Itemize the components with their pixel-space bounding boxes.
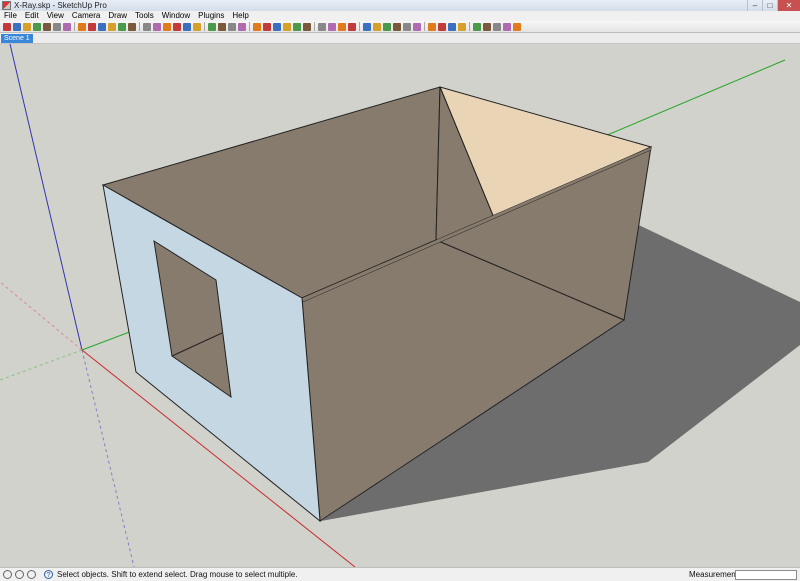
toolbar-separator (359, 22, 360, 31)
text-icon[interactable] (208, 22, 216, 31)
arc-icon[interactable] (53, 22, 61, 31)
toolbar-separator (204, 22, 205, 31)
select-tool-icon[interactable] (3, 22, 11, 31)
pan-icon[interactable] (253, 22, 261, 31)
scale-icon[interactable] (153, 22, 161, 31)
menu-plugins[interactable]: Plugins (194, 11, 228, 21)
status-message: Select objects. Shift to extend select. … (57, 570, 298, 579)
main-toolbar (0, 21, 800, 33)
menu-draw[interactable]: Draw (104, 11, 131, 21)
axes-icon[interactable] (218, 22, 226, 31)
green-axis-far (604, 59, 786, 137)
blue-axis (9, 44, 83, 351)
shaded-textures-icon[interactable] (393, 22, 401, 31)
get-models-icon[interactable] (438, 22, 446, 31)
rotate-icon[interactable] (128, 22, 136, 31)
front-view-icon[interactable] (328, 22, 336, 31)
3d-text-icon[interactable] (228, 22, 236, 31)
iso-view-icon[interactable] (303, 22, 311, 31)
green-axis-hidden (0, 349, 83, 381)
credits-icon[interactable] (15, 570, 24, 579)
user-icon[interactable] (27, 570, 36, 579)
top-view-icon[interactable] (318, 22, 326, 31)
orbit-icon[interactable] (238, 22, 246, 31)
title-bar: X-Ray.skp - SketchUp Pro – □ ✕ (0, 0, 800, 11)
maximize-button[interactable]: □ (762, 0, 777, 11)
pencil-icon[interactable] (33, 22, 41, 31)
toolbar-separator (249, 22, 250, 31)
toolbar-separator (139, 22, 140, 31)
menu-view[interactable]: View (43, 11, 68, 21)
zoom-icon[interactable] (263, 22, 271, 31)
position-camera-icon[interactable] (493, 22, 501, 31)
menu-file[interactable]: File (0, 11, 21, 21)
help-icon[interactable]: ? (44, 570, 53, 579)
sandbox-icon[interactable] (513, 22, 521, 31)
toolbar-separator (469, 22, 470, 31)
zoom-window-icon[interactable] (273, 22, 281, 31)
monochrome-icon[interactable] (403, 22, 411, 31)
line-icon[interactable] (43, 22, 51, 31)
tape-measure-icon[interactable] (173, 22, 181, 31)
minimize-button[interactable]: – (747, 0, 762, 11)
viewport-canvas (0, 44, 800, 567)
model-viewport[interactable] (0, 44, 800, 567)
protractor-icon[interactable] (193, 22, 201, 31)
circle-icon[interactable] (88, 22, 96, 31)
sketchup-app-icon (2, 1, 11, 10)
scene-tab-bar: Scene 1 (0, 33, 800, 44)
display-sections-icon[interactable] (428, 22, 436, 31)
shaded-icon[interactable] (383, 22, 391, 31)
rectangle-icon[interactable] (78, 22, 86, 31)
eraser-icon[interactable] (23, 22, 31, 31)
window-title: X-Ray.skp - SketchUp Pro (14, 1, 107, 10)
geo-location-icon[interactable] (3, 570, 12, 579)
zoom-extents-icon[interactable] (283, 22, 291, 31)
push-pull-icon[interactable] (118, 22, 126, 31)
menu-help[interactable]: Help (228, 11, 252, 21)
menu-edit[interactable]: Edit (21, 11, 43, 21)
measurements-label: Measurements (689, 570, 742, 579)
menu-bar: File Edit View Camera Draw Tools Window … (0, 11, 800, 21)
close-button[interactable]: ✕ (777, 0, 800, 11)
scene-tab-1[interactable]: Scene 1 (1, 34, 33, 43)
section-plane-icon[interactable] (413, 22, 421, 31)
follow-me-icon[interactable] (143, 22, 151, 31)
hidden-line-icon[interactable] (373, 22, 381, 31)
offset-icon[interactable] (163, 22, 171, 31)
dimension-icon[interactable] (183, 22, 191, 31)
toolbar-separator (314, 22, 315, 31)
freehand-icon[interactable] (63, 22, 71, 31)
fog-icon[interactable] (473, 22, 481, 31)
menu-window[interactable]: Window (158, 11, 194, 21)
status-bar: ? Select objects. Shift to extend select… (0, 567, 800, 581)
previous-view-icon[interactable] (293, 22, 301, 31)
measurements-field[interactable] (735, 570, 797, 580)
toolbar-separator (424, 22, 425, 31)
wireframe-icon[interactable] (363, 22, 371, 31)
blue-axis-hidden (81, 349, 135, 567)
polygon-icon[interactable] (98, 22, 106, 31)
window-controls: – □ ✕ (747, 0, 800, 11)
share-model-icon[interactable] (448, 22, 456, 31)
toolbar-separator (74, 22, 75, 31)
xray-icon[interactable] (348, 22, 356, 31)
shadows-icon[interactable] (458, 22, 466, 31)
menu-tools[interactable]: Tools (131, 11, 158, 21)
right-view-icon[interactable] (338, 22, 346, 31)
walk-icon[interactable] (483, 22, 491, 31)
move-icon[interactable] (108, 22, 116, 31)
red-axis-hidden (0, 281, 83, 351)
look-around-icon[interactable] (503, 22, 511, 31)
menu-camera[interactable]: Camera (68, 11, 104, 21)
paint-bucket-icon[interactable] (13, 22, 21, 31)
